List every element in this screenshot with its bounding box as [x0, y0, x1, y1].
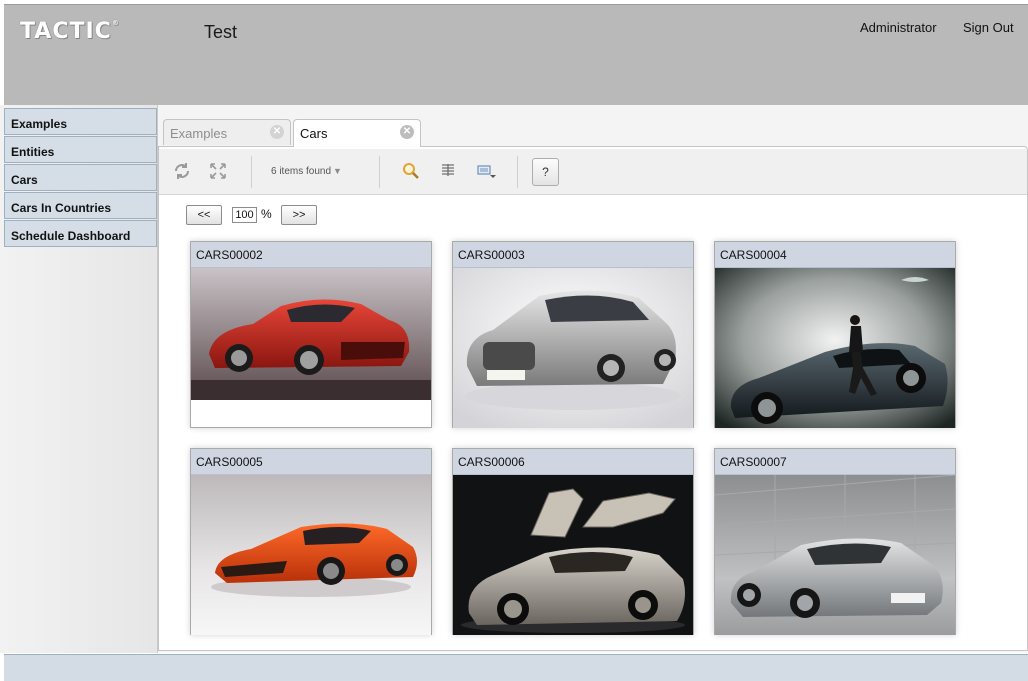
table-toolbar: 6 items found ▼ ? — [159, 149, 1027, 195]
car-thumbnail-image — [191, 475, 431, 635]
close-icon[interactable]: ✕ — [400, 125, 414, 139]
refresh-icon[interactable] — [171, 162, 193, 184]
tab-label: Examples — [170, 126, 228, 141]
status-bar — [4, 654, 1028, 681]
tactic-logo[interactable]: TACTIC® — [20, 19, 120, 44]
app-header: TACTIC® Test Administrator Sign Out — [4, 4, 1028, 105]
view-mode-icon[interactable] — [475, 162, 497, 184]
tab-label: Cars — [300, 126, 328, 141]
sidebar-item-cars-in-countries[interactable]: Cars In Countries — [4, 192, 157, 219]
card-cars00007[interactable]: CARS00007 — [714, 448, 956, 635]
zoom-unit: % — [261, 207, 272, 221]
car-thumbnail-image — [715, 268, 955, 428]
zoom-input[interactable] — [232, 207, 257, 223]
sidebar-item-cars[interactable]: Cars — [4, 164, 157, 191]
items-found-dropdown[interactable]: 6 items found ▼ — [271, 166, 342, 177]
items-found-label: 6 items found — [271, 166, 332, 177]
sidebar-item-label: Cars In Countries — [11, 201, 112, 215]
tab-cars[interactable]: Cars ✕ — [293, 119, 421, 147]
toolbar-divider — [251, 156, 252, 188]
card-cars00006[interactable]: CARS00006 — [452, 448, 694, 635]
column-manager-icon[interactable] — [437, 162, 459, 184]
project-title: Test — [204, 22, 238, 42]
card-cars00002[interactable]: CARS00002 — [190, 241, 432, 428]
main-area: Examples ✕ Cars ✕ 6 items found ▼ ? << 1… — [158, 105, 1028, 653]
search-icon[interactable] — [400, 162, 422, 184]
sidebar-item-label: Examples — [11, 117, 68, 131]
car-thumbnail-image — [453, 475, 693, 635]
card-title: CARS00003 — [453, 242, 693, 268]
toolbar-divider — [517, 156, 518, 188]
user-menu-link[interactable]: Administrator — [860, 20, 937, 35]
sidebar-item-label: Schedule Dashboard — [11, 229, 131, 243]
card-cars00004[interactable]: CARS00004 — [714, 241, 956, 428]
sidebar: Examples Entities Cars Cars In Countries… — [0, 105, 158, 653]
car-thumbnail-image — [453, 268, 693, 428]
tab-examples[interactable]: Examples ✕ — [163, 119, 291, 145]
sidebar-item-schedule-dashboard[interactable]: Schedule Dashboard — [4, 220, 157, 247]
help-button[interactable]: ? — [532, 158, 559, 186]
car-thumbnail-image — [191, 268, 431, 400]
sidebar-item-entities[interactable]: Entities — [4, 136, 157, 163]
cars-panel: 6 items found▼ ? << % >> CARS00002 — [158, 146, 1028, 651]
sidebar-item-examples[interactable]: Examples — [4, 108, 157, 135]
sign-out-link[interactable]: Sign Out — [963, 20, 1014, 35]
card-title: CARS00002 — [191, 242, 431, 268]
car-thumbnail-image — [715, 475, 955, 635]
logo-text: TACTIC — [20, 19, 112, 44]
card-cars00005[interactable]: CARS00005 — [190, 448, 432, 635]
card-title: CARS00006 — [453, 449, 693, 475]
card-title: CARS00007 — [715, 449, 955, 475]
logo-mark: ® — [111, 19, 120, 27]
tab-strip: Examples ✕ Cars ✕ — [158, 105, 1028, 147]
zoom-in-button[interactable]: >> — [281, 205, 317, 225]
expand-icon[interactable] — [207, 162, 229, 184]
toolbar-divider — [379, 156, 380, 188]
sidebar-item-label: Entities — [11, 145, 55, 159]
zoom-out-button[interactable]: << — [186, 205, 222, 225]
close-icon[interactable]: ✕ — [270, 125, 284, 139]
card-title: CARS00004 — [715, 242, 955, 268]
card-title: CARS00005 — [191, 449, 431, 475]
chevron-down-icon: ▼ — [333, 166, 342, 176]
card-cars00003[interactable]: CARS00003 — [452, 241, 694, 428]
sidebar-item-label: Cars — [11, 173, 38, 187]
